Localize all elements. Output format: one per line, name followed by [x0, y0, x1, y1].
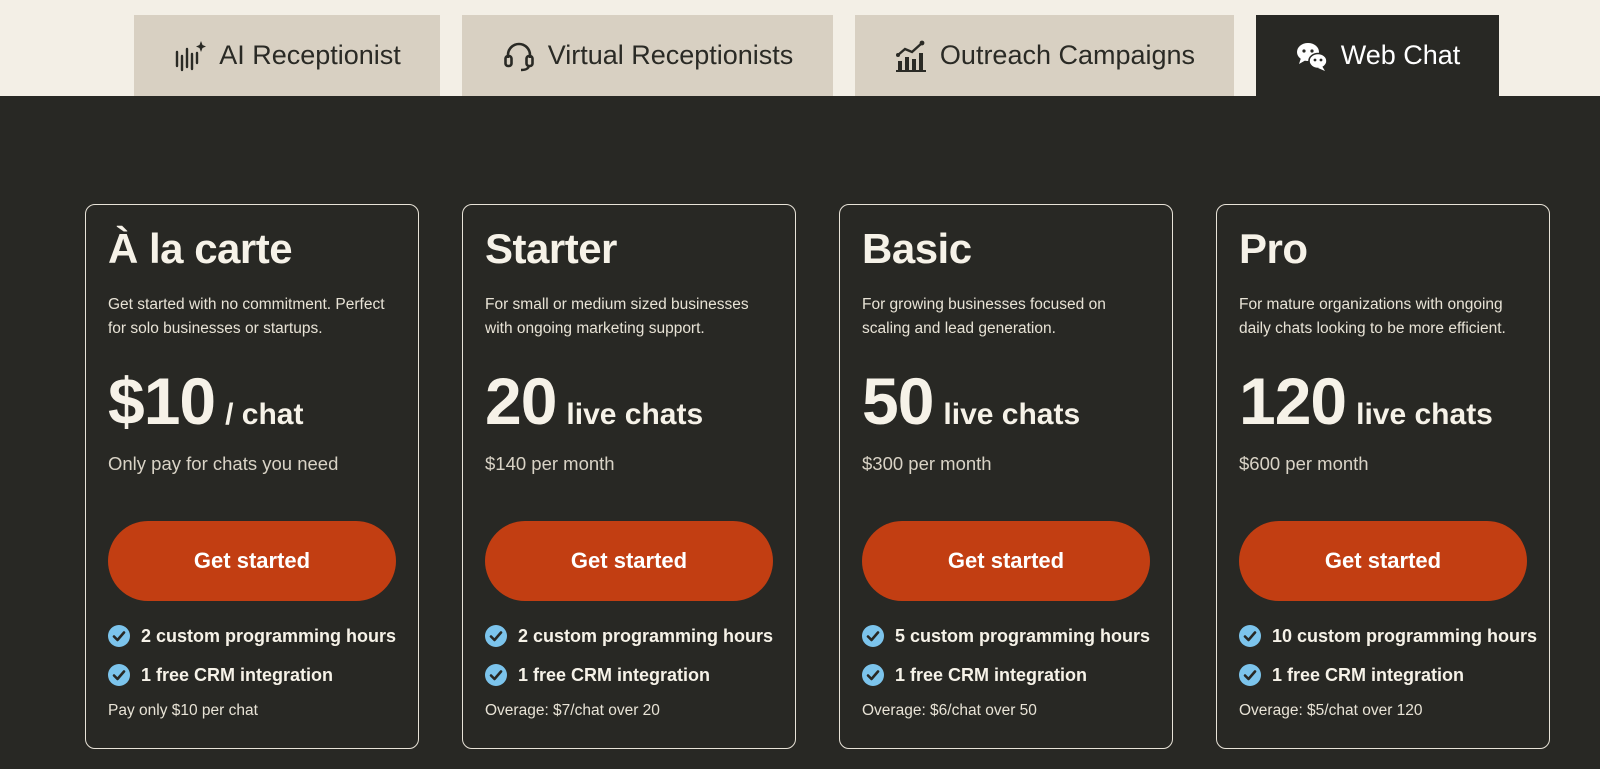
tab-outreach-campaigns[interactable]: Outreach Campaigns [855, 15, 1234, 96]
tab-label: Outreach Campaigns [939, 40, 1196, 70]
price-value: 50 [862, 364, 934, 438]
price-value: 20 [485, 364, 557, 438]
plan-description: For mature organizations with ongoing da… [1239, 296, 1506, 337]
price-value: 120 [1239, 364, 1347, 438]
feature-item: 1 free CRM integration [108, 664, 333, 686]
get-started-button[interactable]: Get started [485, 521, 773, 601]
feature-item: 5 custom programming hours [862, 625, 1150, 647]
plan-card-pro: Pro For mature organizations with ongoin… [1216, 204, 1550, 749]
check-circle-icon [108, 625, 130, 647]
price-subtext: Only pay for chats you need [108, 453, 339, 474]
feature-label: 1 free CRM integration [895, 664, 1088, 685]
get-started-button[interactable]: Get started [862, 521, 1150, 601]
tab-virtual-receptionists[interactable]: Virtual Receptionists [462, 15, 833, 96]
price-value: $10 [108, 364, 216, 438]
plan-title: Starter [485, 225, 617, 272]
feature-label: 1 free CRM integration [141, 664, 334, 685]
plan-description: For small or medium sized businesses wit… [485, 296, 749, 337]
price-subtext: $300 per month [862, 453, 992, 474]
voice-wave-sparkle-icon [173, 39, 207, 73]
bar-chart-trend-icon [894, 39, 928, 73]
price-unit: live chats [566, 398, 704, 431]
plan-note: Pay only $10 per chat [108, 702, 258, 719]
plan-description: Get started with no commitment. Perfect … [108, 296, 385, 337]
check-circle-icon [862, 625, 884, 647]
plan-price: $10 / chat [108, 363, 303, 439]
price-subtext: $600 per month [1239, 453, 1369, 474]
plan-note: Overage: $5/chat over 120 [1239, 702, 1423, 719]
tab-ai-receptionist[interactable]: AI Receptionist [134, 15, 440, 96]
plan-title: Basic [862, 225, 972, 272]
feature-item: 1 free CRM integration [1239, 664, 1464, 686]
plan-price: 120 live chats [1239, 363, 1493, 439]
plan-price: 20 live chats [485, 363, 703, 439]
feature-item: 1 free CRM integration [485, 664, 710, 686]
price-unit: live chats [1356, 398, 1493, 431]
tab-label: AI Receptionist [219, 40, 401, 70]
check-circle-icon [1239, 664, 1261, 686]
check-circle-icon [862, 664, 884, 686]
feature-item: 1 free CRM integration [862, 664, 1087, 686]
feature-label: 1 free CRM integration [518, 664, 711, 685]
get-started-button[interactable]: Get started [108, 521, 396, 601]
price-subtext: $140 per month [485, 453, 615, 474]
feature-item: 10 custom programming hours [1239, 625, 1537, 647]
tab-web-chat[interactable]: Web Chat [1256, 15, 1499, 96]
plan-card-starter: Starter For small or medium sized busine… [462, 204, 796, 749]
feature-label: 5 custom programming hours [895, 625, 1151, 646]
plan-card-a-la-carte: À la carte Get started with no commitmen… [85, 204, 419, 749]
plan-title: Pro [1239, 225, 1308, 272]
feature-item: 2 custom programming hours [485, 625, 773, 647]
feature-item: 2 custom programming hours [108, 625, 396, 647]
plan-description: For growing businesses focused on scalin… [862, 296, 1106, 337]
get-started-button[interactable]: Get started [1239, 521, 1527, 601]
price-unit: / chat [225, 398, 304, 431]
plan-price: 50 live chats [862, 363, 1080, 439]
plan-card-basic: Basic For growing businesses focused on … [839, 204, 1173, 749]
check-circle-icon [485, 625, 507, 647]
tab-label: Virtual Receptionists [547, 40, 794, 70]
check-circle-icon [108, 664, 130, 686]
check-circle-icon [485, 664, 507, 686]
plan-title: À la carte [108, 225, 293, 272]
price-unit: live chats [943, 398, 1081, 431]
product-tabs: AI Receptionist Virtual Receptionists Ou… [0, 0, 1600, 96]
tab-label: Web Chat [1340, 40, 1461, 70]
plan-note: Overage: $6/chat over 50 [862, 702, 1037, 719]
feature-label: 1 free CRM integration [1272, 664, 1465, 685]
feature-label: 2 custom programming hours [518, 625, 774, 646]
chat-bubbles-icon [1295, 39, 1329, 73]
plan-note: Overage: $7/chat over 20 [485, 702, 660, 719]
feature-label: 2 custom programming hours [141, 625, 397, 646]
check-circle-icon [1239, 625, 1261, 647]
feature-label: 10 custom programming hours [1272, 625, 1538, 646]
headset-icon [502, 39, 536, 73]
